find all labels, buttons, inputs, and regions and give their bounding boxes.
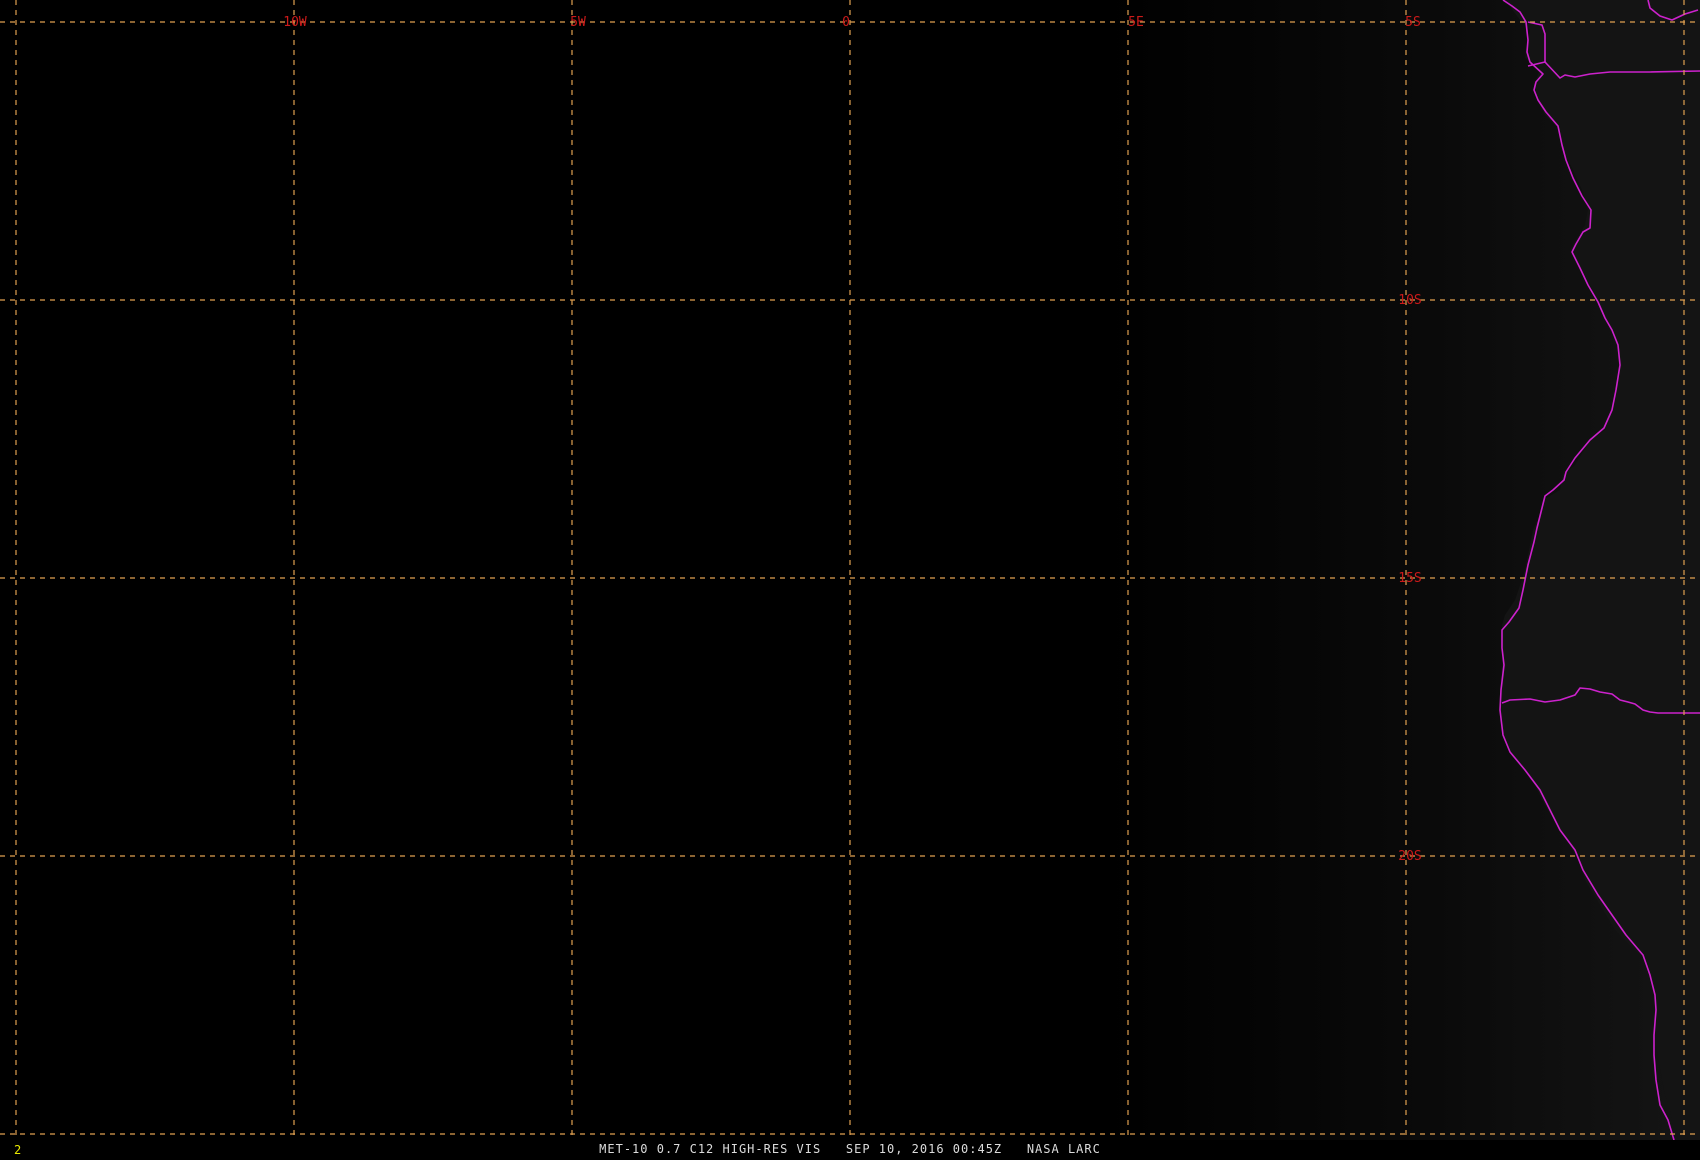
lon-label-10w: 10W: [283, 15, 307, 30]
lon-label-5e: 5E: [1128, 15, 1144, 30]
lat-label-20s: 20S: [1398, 849, 1421, 864]
lon-label-5w: 5W: [570, 15, 586, 30]
lat-label-5s: 5S: [1405, 15, 1421, 30]
lat-label-15s: 15S: [1398, 571, 1421, 586]
satellite-map: 10W 5W 0 5E 5S 10S 15S 20S: [0, 0, 1700, 1140]
satellite-image-frame: 10W 5W 0 5E 5S 10S 15S 20S 2 MET-10 0.7 …: [0, 0, 1700, 1160]
lon-label-0: 0: [842, 15, 850, 30]
image-caption: MET-10 0.7 C12 HIGH-RES VIS SEP 10, 2016…: [599, 1142, 1101, 1156]
lat-label-10s: 10S: [1398, 293, 1421, 308]
